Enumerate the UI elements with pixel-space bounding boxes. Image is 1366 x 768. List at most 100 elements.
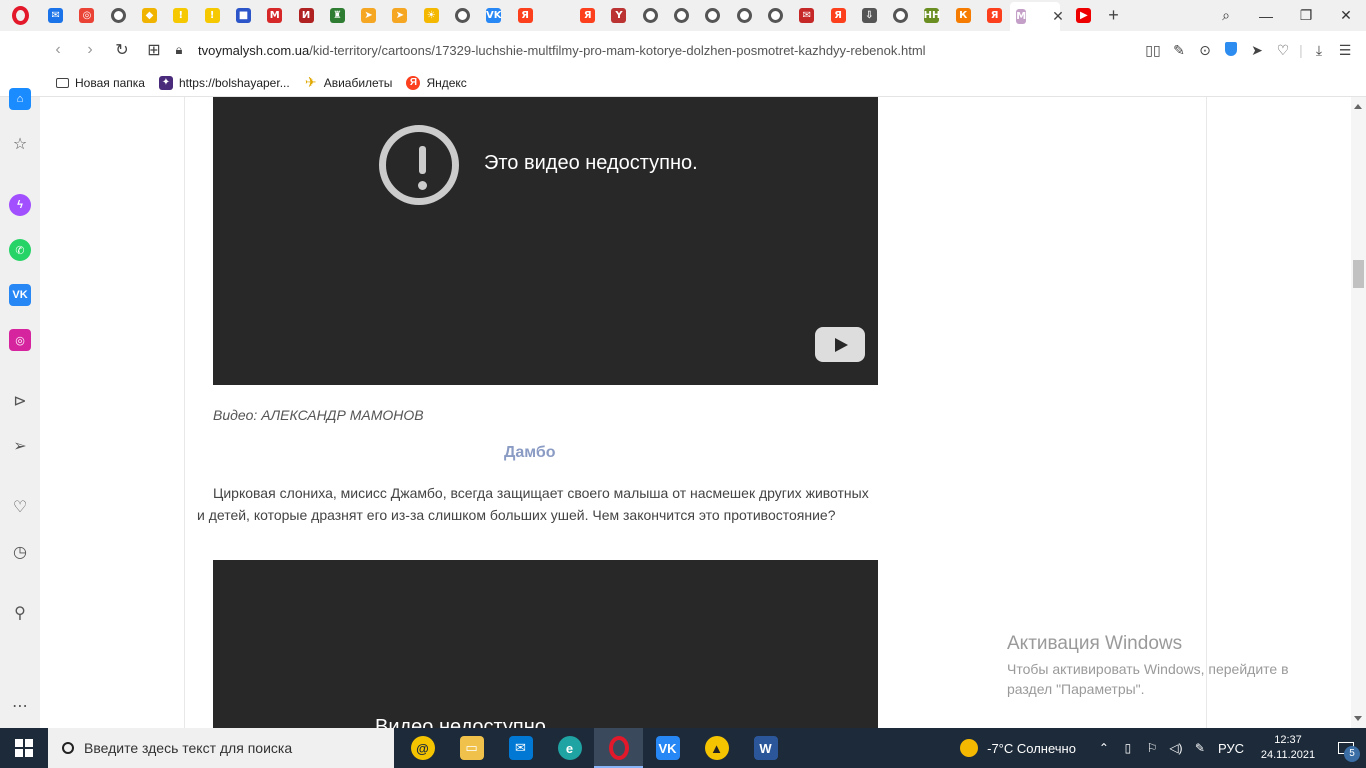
bookmarks-star-icon[interactable]: ☆	[9, 133, 31, 155]
start-button[interactable]	[0, 728, 48, 768]
taskbar-app-triangle[interactable]: ▲	[692, 728, 741, 768]
tab-close-icon[interactable]: ✕	[1052, 8, 1064, 25]
bookmark-aviabilety[interactable]: ✈ Авиабилеты	[304, 74, 393, 90]
tab-11[interactable]: ➤	[384, 0, 415, 31]
tab-25[interactable]: Я	[822, 0, 853, 31]
taskbar-mail[interactable]: ✉	[496, 728, 545, 768]
tab-1[interactable]: ◎	[71, 0, 102, 31]
taskbar-mail-at[interactable]: @	[398, 728, 447, 768]
tab-12[interactable]: ☀	[416, 0, 447, 31]
edit-icon[interactable]: ✎	[1166, 42, 1192, 59]
lock-icon[interactable]: 🔒︎	[170, 42, 188, 58]
bookmark-bolshayaperemena[interactable]: ✦ https://bolshayaper...	[158, 75, 290, 90]
vk-icon[interactable]: VK	[9, 284, 31, 306]
new-tab-button[interactable]: +	[1100, 5, 1128, 26]
forward-icon[interactable]: ›	[74, 41, 106, 59]
opera-menu-button[interactable]	[0, 0, 40, 31]
tab-27[interactable]	[885, 0, 916, 31]
taskbar-edge[interactable]: e	[545, 728, 594, 768]
volume-icon[interactable]: ◁)	[1164, 741, 1188, 755]
easy-setup-icon[interactable]: ☰	[1332, 42, 1358, 59]
restore-icon[interactable]: ❐	[1286, 7, 1326, 24]
tab-youtube[interactable]: ▶	[1068, 0, 1099, 31]
tab-22[interactable]	[729, 0, 760, 31]
flow-send-icon[interactable]: ➢	[9, 435, 31, 457]
tab-active[interactable]: M Де ✕	[1010, 2, 1064, 31]
system-tray: -7°C Солнечно ⌃ ▯ ⚐ ◁) ✎ РУС 12:37 24.11…	[960, 728, 1366, 768]
reload-icon[interactable]: ↻	[106, 40, 138, 60]
reader-icon[interactable]: ▯▯	[1140, 42, 1166, 59]
tab-4[interactable]: !	[165, 0, 196, 31]
tab-9[interactable]: ♜	[322, 0, 353, 31]
player-icon[interactable]: ⊳	[9, 390, 31, 412]
clock[interactable]: 12:37 24.11.2021	[1250, 733, 1326, 763]
camera-icon[interactable]: ⊙	[1192, 42, 1218, 59]
history-clock-icon[interactable]: ◷	[9, 541, 31, 563]
tab-14[interactable]: VK	[478, 0, 509, 31]
bookmarks-bar: Новая папка ✦ https://bolshayaper... ✈ А…	[0, 69, 1366, 97]
tab-7[interactable]: M	[259, 0, 290, 31]
home-icon[interactable]: ⌂	[9, 88, 31, 110]
video-player[interactable]: Видео недоступно	[213, 560, 878, 728]
send-icon[interactable]: ➤	[1244, 42, 1270, 59]
tab-30[interactable]: Я	[979, 0, 1010, 31]
download-icon[interactable]: ⤓	[1306, 42, 1332, 59]
tab-18[interactable]: Y	[603, 0, 634, 31]
tab-5[interactable]: !	[196, 0, 227, 31]
tab-19[interactable]	[635, 0, 666, 31]
video-player[interactable]: Это видео недоступно.	[213, 97, 878, 385]
tab-21[interactable]	[697, 0, 728, 31]
more-options-icon[interactable]: ⋯	[9, 695, 31, 717]
taskbar-explorer[interactable]: ▭	[447, 728, 496, 768]
language-indicator[interactable]: РУС	[1218, 741, 1244, 756]
back-icon[interactable]: ‹	[42, 41, 74, 59]
tab-16[interactable]	[541, 0, 572, 31]
tab-23[interactable]	[760, 0, 791, 31]
close-window-icon[interactable]: ✕	[1326, 7, 1366, 24]
tab-15[interactable]: Я	[509, 0, 540, 31]
favorites-heart-icon[interactable]: ♡	[9, 496, 31, 518]
tab-8[interactable]: И	[290, 0, 321, 31]
tab-24[interactable]: ✉	[791, 0, 822, 31]
scrollbar-thumb[interactable]	[1353, 260, 1364, 288]
whatsapp-icon[interactable]: ✆	[9, 239, 31, 261]
usb-icon[interactable]: ▯	[1116, 741, 1140, 755]
pen-icon[interactable]: ✎	[1188, 741, 1212, 755]
opera-logo-icon	[11, 6, 29, 25]
youtube-play-icon[interactable]	[815, 327, 865, 362]
tab-0[interactable]: ✉	[40, 0, 71, 31]
tab-3[interactable]: ◆	[134, 0, 165, 31]
heart-icon[interactable]: ♡	[1270, 42, 1296, 59]
taskbar-vk[interactable]: VK	[643, 728, 692, 768]
network-icon[interactable]: ⚐	[1140, 741, 1164, 755]
bookmark-new-folder[interactable]: Новая папка	[56, 76, 145, 90]
taskbar-word[interactable]: W	[741, 728, 790, 768]
bookmark-yandex[interactable]: Я Яндекс	[406, 75, 467, 90]
taskbar-search[interactable]: Введите здесь текст для поиска	[48, 728, 394, 768]
taskbar-opera[interactable]	[594, 728, 643, 768]
lightbulb-icon[interactable]: ⚲	[9, 602, 31, 624]
tab-29[interactable]: К	[948, 0, 979, 31]
tab-10[interactable]: ➤	[353, 0, 384, 31]
tab-20[interactable]	[666, 0, 697, 31]
tab-2[interactable]	[103, 0, 134, 31]
tab-28[interactable]: НН	[916, 0, 947, 31]
tab-search-icon[interactable]: ⌕	[1206, 7, 1246, 24]
minimize-icon[interactable]: —	[1246, 8, 1286, 24]
chevron-up-icon[interactable]: ⌃	[1092, 741, 1116, 755]
tab-13[interactable]	[447, 0, 478, 31]
tab-26[interactable]: ⇩	[854, 0, 885, 31]
notification-center[interactable]: 5	[1326, 728, 1366, 768]
scroll-down-icon[interactable]	[1354, 716, 1362, 721]
speed-dial-icon[interactable]: ⊞	[138, 40, 170, 60]
weather-text[interactable]: -7°C Солнечно	[987, 741, 1076, 756]
weather-sun-icon[interactable]	[960, 739, 979, 757]
url-field[interactable]: tvoymalysh.com.ua/kid-territory/cartoons…	[198, 43, 926, 58]
scroll-up-icon[interactable]	[1354, 104, 1362, 109]
vpn-shield-icon[interactable]	[1218, 41, 1244, 59]
tab-17[interactable]: Я	[572, 0, 603, 31]
vertical-scrollbar[interactable]	[1351, 97, 1366, 728]
tab-6[interactable]: ■	[228, 0, 259, 31]
instagram-icon[interactable]: ◎	[9, 329, 31, 351]
messenger-icon[interactable]: ϟ	[9, 194, 31, 216]
